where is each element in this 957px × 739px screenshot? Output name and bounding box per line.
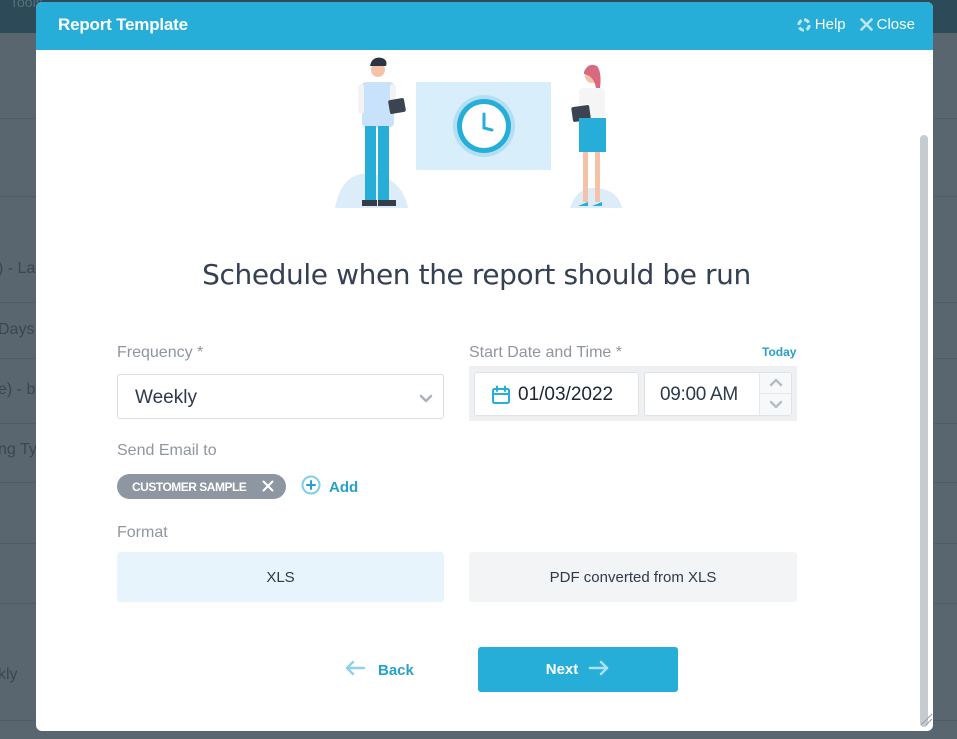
start-time-input[interactable]: 09:00 AM bbox=[644, 372, 792, 416]
add-recipient-button[interactable]: Add bbox=[301, 475, 358, 499]
frequency-label: Frequency * bbox=[117, 344, 204, 361]
chevron-down-icon bbox=[419, 391, 433, 409]
help-button[interactable]: Help bbox=[797, 16, 846, 33]
format-option-pdf[interactable]: PDF converted from XLS bbox=[469, 552, 797, 602]
chevron-up-icon bbox=[769, 374, 783, 392]
remove-recipient-icon[interactable] bbox=[262, 480, 274, 495]
frequency-value: Weekly bbox=[135, 387, 197, 408]
back-button[interactable]: Back bbox=[344, 660, 414, 680]
time-increment-button[interactable] bbox=[760, 373, 791, 394]
back-label: Back bbox=[378, 661, 414, 679]
report-template-dialog: Report Template Help Close Schedule when… bbox=[36, 2, 933, 731]
time-decrement-button[interactable] bbox=[760, 394, 791, 415]
lifebuoy-help-icon bbox=[797, 17, 811, 32]
dialog-title: Report Template bbox=[58, 15, 188, 34]
recipient-chip-label: CUSTOMER SAMPLE bbox=[132, 479, 247, 494]
format-option-xls[interactable]: XLS bbox=[117, 552, 444, 602]
dialog-scrollbar[interactable] bbox=[920, 135, 928, 727]
close-button[interactable]: Close bbox=[859, 16, 915, 33]
send-email-label: Send Email to bbox=[117, 442, 217, 459]
schedule-heading: Schedule when the report should be run bbox=[202, 258, 751, 291]
close-icon bbox=[859, 18, 873, 31]
close-label: Close bbox=[876, 16, 915, 33]
recipient-chip: CUSTOMER SAMPLE bbox=[117, 474, 286, 499]
plus-circle-icon bbox=[301, 475, 321, 499]
add-recipient-label: Add bbox=[329, 478, 359, 496]
time-spinner bbox=[759, 373, 791, 415]
arrow-left-icon bbox=[344, 660, 366, 680]
start-datetime-group: 01/03/2022 09:00 AM bbox=[469, 366, 797, 421]
dialog-header: Report Template Help Close bbox=[36, 2, 933, 50]
start-time-value: 09:00 AM bbox=[660, 384, 738, 405]
schedule-illustration bbox=[332, 52, 628, 210]
arrow-right-icon bbox=[588, 660, 610, 680]
next-button[interactable]: Next bbox=[478, 647, 678, 692]
chevron-down-icon bbox=[769, 396, 783, 414]
format-label: Format bbox=[117, 524, 168, 541]
today-link[interactable]: Today bbox=[762, 345, 796, 359]
start-date-input[interactable]: 01/03/2022 bbox=[474, 372, 639, 416]
start-date-value: 01/03/2022 bbox=[518, 384, 614, 405]
calendar-icon bbox=[491, 385, 511, 410]
next-label: Next bbox=[545, 661, 579, 678]
frequency-select[interactable]: Weekly bbox=[117, 374, 444, 419]
format-option-pdf-label: PDF converted from XLS bbox=[549, 568, 717, 586]
help-label: Help bbox=[814, 16, 846, 33]
format-option-xls-label: XLS bbox=[266, 568, 295, 586]
resize-handle-icon[interactable] bbox=[917, 710, 933, 731]
start-date-label: Start Date and Time * bbox=[469, 344, 622, 361]
